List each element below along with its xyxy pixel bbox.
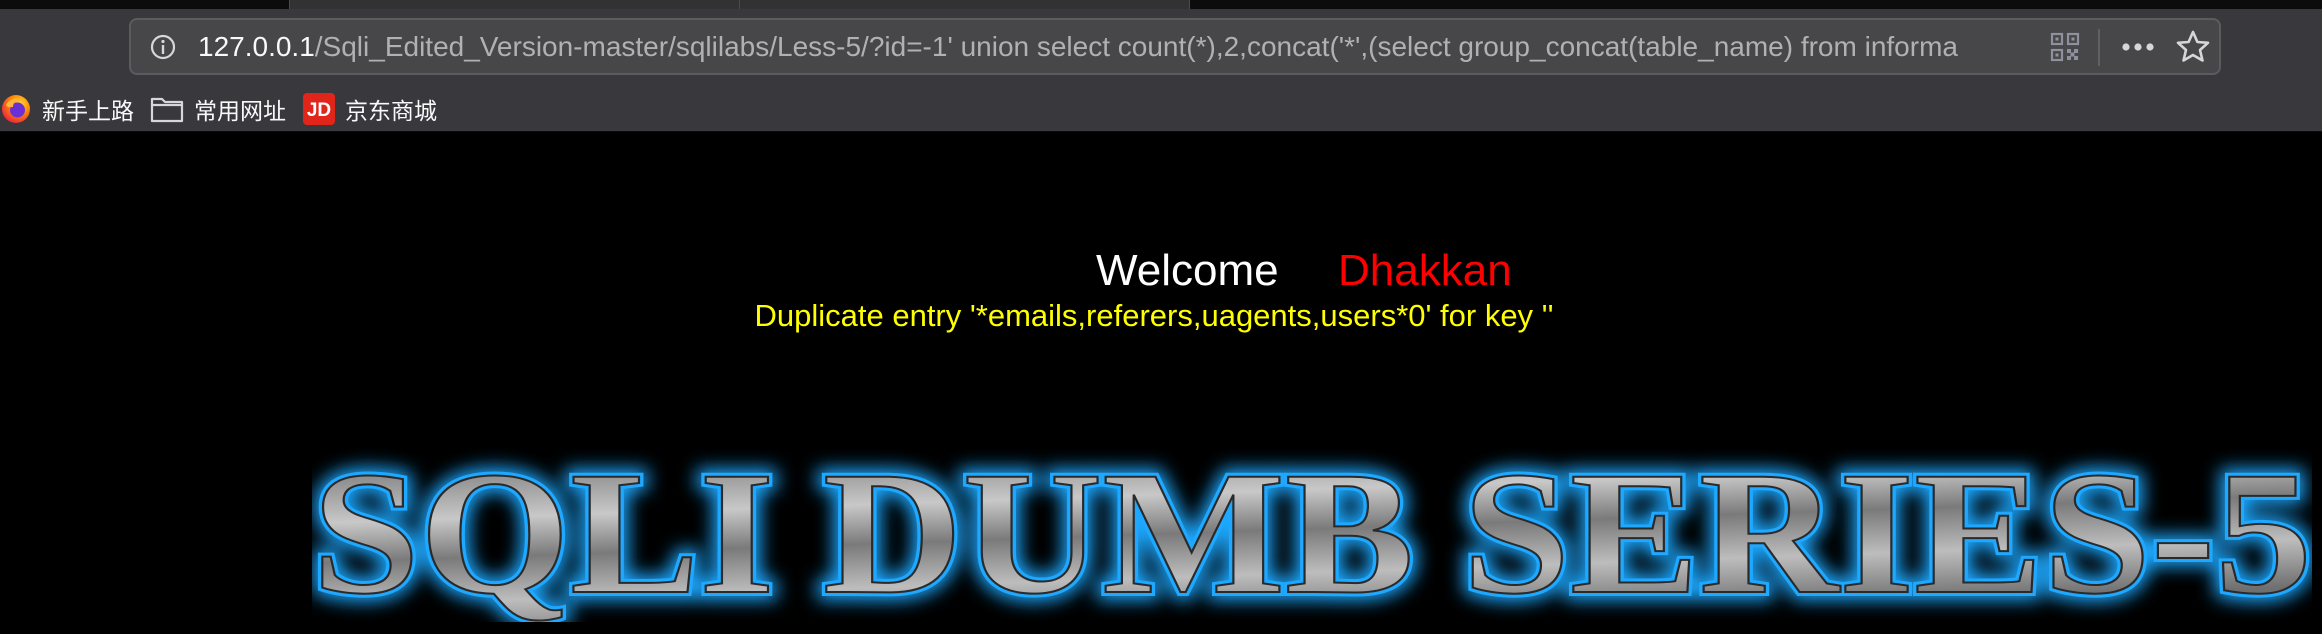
user-name: Dhakkan <box>1338 246 1512 295</box>
welcome-line: Welcome Dhakkan <box>0 245 2322 297</box>
bookmark-label: 新手上路 <box>42 98 134 124</box>
browser-chrome: 127.0.0.1/Sqli_Edited_Version-master/sql… <box>0 0 2322 132</box>
more-icon[interactable] <box>2118 32 2158 62</box>
address-bar[interactable]: 127.0.0.1/Sqli_Edited_Version-master/sql… <box>129 18 2221 75</box>
bookmark-item[interactable]: JD 京东商城 <box>303 90 437 128</box>
folder-icon <box>150 97 184 123</box>
jd-icon-text: JD <box>307 100 331 121</box>
info-icon[interactable] <box>149 33 177 61</box>
bookmark-item[interactable]: 新手上路 <box>0 90 134 128</box>
url-host: 127.0.0.1 <box>198 31 315 62</box>
series-banner: SQLI DUMB SERIES-5 SQLI DUMB SERIES-5 SQ… <box>312 432 2312 622</box>
welcome-text: Welcome <box>1096 246 1279 295</box>
url-path: /Sqli_Edited_Version-master/sqlilabs/Les… <box>314 31 1958 62</box>
star-icon[interactable] <box>2175 29 2211 65</box>
banner-title: SQLI DUMB SERIES-5 <box>312 436 2312 622</box>
sql-error-message: Duplicate entry '*emails,referers,uagent… <box>754 298 1554 333</box>
qr-code-icon[interactable] <box>2050 32 2080 62</box>
tab[interactable] <box>739 0 1189 9</box>
bookmark-label: 京东商城 <box>345 98 437 124</box>
tab-strip-empty <box>1189 0 2322 9</box>
tab[interactable] <box>289 0 739 9</box>
jd-icon: JD <box>303 93 335 125</box>
bookmark-item[interactable]: 常用网址 <box>150 90 286 128</box>
url-text[interactable]: 127.0.0.1/Sqli_Edited_Version-master/sql… <box>198 20 2123 73</box>
url-divider <box>2098 29 2100 66</box>
bookmarks-bar: 新手上路 常用网址 JD 京东商城 <box>0 86 2322 132</box>
bookmark-label: 常用网址 <box>194 98 286 124</box>
firefox-icon <box>2 95 30 123</box>
page-content: Welcome Dhakkan Duplicate entry '*emails… <box>0 132 2322 634</box>
tab-strip <box>0 0 2322 9</box>
